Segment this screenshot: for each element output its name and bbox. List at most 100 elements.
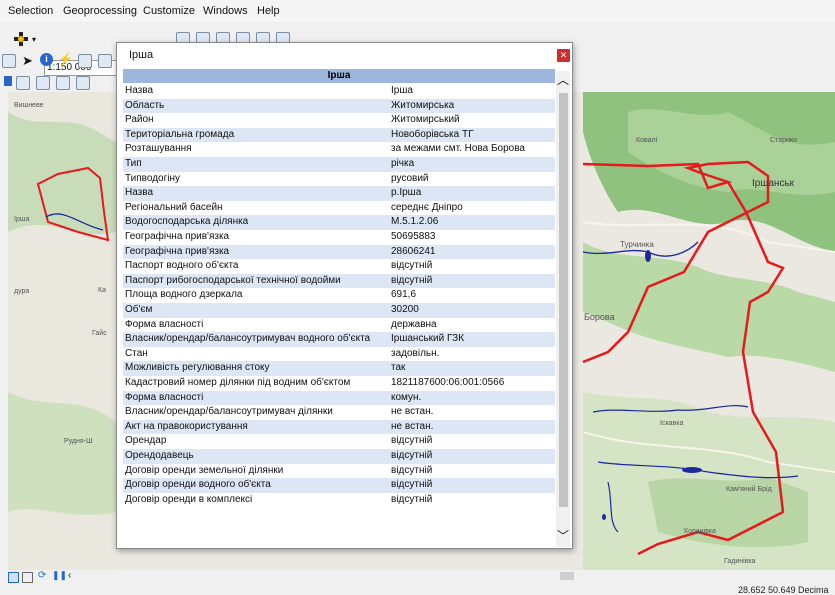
map-label-irshansk: Іршанськ <box>752 178 795 189</box>
attribute-row: Договір оренди водного об'єкта відсутній <box>123 478 555 493</box>
attribute-row: Водогосподарська ділянка М.5.1.2.06 <box>123 215 555 230</box>
list-by-selection-icon[interactable] <box>56 76 70 90</box>
attribute-value: відсутній <box>391 435 433 447</box>
attribute-row: Договір оренди в комплексі відсутній <box>123 493 555 508</box>
menu-selection[interactable]: Selection <box>8 5 53 17</box>
attribute-value: відсутній <box>391 274 433 286</box>
attribute-key: Власник/орендар/балансоутримувач ділянки <box>125 406 333 418</box>
select-arrow-icon[interactable]: ➤ <box>22 53 33 69</box>
attribute-value: Житомирська <box>391 99 455 111</box>
scroll-thumb[interactable] <box>559 93 568 507</box>
hyperlink-icon[interactable]: ⚡ <box>58 52 73 66</box>
attribute-row: Власник/орендар/балансоутримувач ділянки… <box>123 405 555 420</box>
identify-popup-window[interactable]: Ірша ✕ Ірша Назва Ірша Область Житомирська Р… <box>116 42 573 549</box>
add-data-icon[interactable] <box>14 32 28 46</box>
html-popup-icon[interactable] <box>78 54 92 68</box>
identify-icon[interactable]: i <box>40 53 53 66</box>
map-label-ka: Ка <box>98 287 106 294</box>
map-label-irsha: Ірша <box>14 216 30 223</box>
attribute-value: Ірша <box>391 85 413 96</box>
attribute-row: Договір оренди земельної ділянки відсутні… <box>123 464 555 479</box>
data-view-icon[interactable] <box>8 572 19 583</box>
list-by-visibility-icon[interactable] <box>36 76 50 90</box>
map-label-kopanivka: Копанівка <box>684 528 716 535</box>
attribute-row: Власник/орендар/балансоутримувач водного… <box>123 332 555 347</box>
list-by-source-icon[interactable] <box>16 76 30 90</box>
attribute-value: 30200 <box>391 304 419 315</box>
pause-icon[interactable]: ❚❚ <box>52 570 67 581</box>
layout-icon[interactable] <box>2 54 16 68</box>
attribute-value: 691,6 <box>391 289 417 301</box>
attribute-row: Форма власності державна <box>123 318 555 333</box>
attribute-row: Форма власності комун. <box>123 390 555 406</box>
menu-geoprocessing[interactable]: Geoprocessing <box>63 5 137 17</box>
attribute-value: середнє Дніпро <box>391 201 463 213</box>
attribute-value: р.Ірша <box>391 187 422 199</box>
attribute-key: Паспорт водного об'єкта <box>125 260 239 272</box>
scroll-up-icon[interactable]: ︿ <box>557 73 569 87</box>
map-label-kamianyi-brid: Кам'яний Брід <box>726 486 772 493</box>
attribute-value: державна <box>391 318 437 330</box>
attribute-key: Кадастровий номер ділянки під водним об'… <box>125 377 351 388</box>
attribute-key: Акт на правокористування <box>125 420 248 432</box>
attribute-key: Площа водного дзеркала <box>125 289 243 301</box>
attribute-value: так <box>391 362 406 374</box>
attribute-key: Назва <box>125 187 154 199</box>
attribute-key: Договір оренди водного об'єкта <box>125 479 271 491</box>
attribute-row: Географічна прив'язка 50695883 <box>123 230 555 245</box>
scroll-down-icon[interactable]: ﹀ <box>557 529 569 543</box>
attribute-row: Кадастровий номер ділянки під водним об'… <box>123 376 555 391</box>
attribute-row: Паспорт рибогосподарської технічної водо… <box>123 273 555 289</box>
find-icon[interactable] <box>98 54 112 68</box>
map-label-hais: Гайс <box>92 330 107 337</box>
popup-vertical-scrollbar[interactable]: ︿ ﹀ <box>556 71 570 547</box>
menu-customize[interactable]: Customize <box>143 5 195 17</box>
map-label-vyshneve: Вишневе <box>14 102 44 109</box>
map-horizontal-scrollbar[interactable] <box>90 570 835 582</box>
attribute-value: Іршанський ГЗК <box>391 333 465 345</box>
attribute-key: Стан <box>125 347 148 359</box>
attribute-row: Географічна прив'язка 28606241 <box>123 244 555 260</box>
attribute-key: Орендар <box>125 435 167 447</box>
attribute-value: відсутній <box>391 479 433 491</box>
attribute-key: Можливість регулювання стоку <box>125 362 270 374</box>
h-scroll-thumb[interactable] <box>560 572 574 580</box>
attribute-key: Договір оренди в комплексі <box>125 493 253 505</box>
menu-help[interactable]: Help <box>257 5 280 17</box>
menu-windows[interactable]: Windows <box>203 5 248 17</box>
attribute-row: Територіальна громада Новоборівська ТГ <box>123 127 555 143</box>
refresh-icon[interactable]: ⟳ <box>38 570 46 581</box>
attribute-key: Територіальна громада <box>125 128 235 140</box>
attribute-value: русовий <box>391 172 429 184</box>
close-icon[interactable]: ✕ <box>557 49 570 62</box>
attribute-table-header: Ірша <box>123 69 555 83</box>
attribute-value: Новоборівська ТГ <box>391 128 474 140</box>
attribute-row: Назва р.Ірша <box>123 186 555 201</box>
chevron-down-icon[interactable]: ▾ <box>32 35 36 44</box>
map-label-turchynka: Турчинка <box>620 240 654 249</box>
scroll-left-icon[interactable]: ‹ <box>68 570 71 581</box>
list-by-drawing-icon[interactable] <box>4 76 12 86</box>
attribute-key: Назва <box>125 85 154 96</box>
attribute-key: Типводогіну <box>125 172 180 184</box>
attribute-row: Тип річка <box>123 157 555 172</box>
map-label-dura: дура <box>14 288 30 295</box>
attribute-key: Власник/орендар/балансоутримувач водного… <box>125 333 371 345</box>
attribute-row: Акт на правокористування не встан. <box>123 419 555 435</box>
options-icon[interactable] <box>76 76 90 90</box>
table-of-contents-strip <box>0 70 116 92</box>
layout-view-icon[interactable] <box>22 572 33 583</box>
attribute-value: М.5.1.2.06 <box>391 216 439 228</box>
attribute-value: 28606241 <box>391 245 436 257</box>
attribute-row: Регіональний басейн середнє Дніпро <box>123 201 555 216</box>
map-label-borova: Борова <box>584 312 615 322</box>
map-label-kovali: Ковалі <box>636 137 658 144</box>
attribute-value: 50695883 <box>391 231 436 242</box>
status-bar: ⟳ ❚❚ ‹ 28.652 50.649 Decima <box>0 570 835 595</box>
attribute-key: Форма власності <box>125 391 204 403</box>
attribute-row: Район Житомирський <box>123 113 555 128</box>
attribute-key: Орендодавець <box>125 450 194 461</box>
popup-titlebar[interactable]: Ірша ✕ <box>117 43 572 67</box>
attribute-value: відсутній <box>391 450 433 461</box>
attribute-row: Розташування за межами смт. Нова Борова <box>123 142 555 157</box>
